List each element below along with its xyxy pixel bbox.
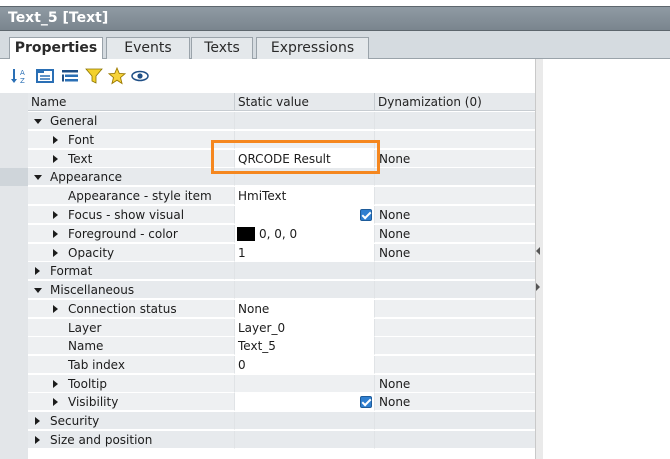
property-toolbar: A Z bbox=[0, 59, 535, 93]
expand-arrow-icon[interactable] bbox=[53, 398, 58, 406]
expand-arrow-icon[interactable] bbox=[35, 267, 40, 275]
expand-right-icon[interactable] bbox=[536, 283, 540, 291]
table-row[interactable]: Tab index 0 bbox=[28, 356, 535, 374]
list-icon[interactable] bbox=[61, 67, 79, 85]
table-row[interactable]: Size and position bbox=[28, 431, 535, 449]
expand-arrow-icon[interactable] bbox=[53, 305, 58, 313]
sort-az-icon[interactable]: A Z bbox=[11, 67, 29, 85]
table-header: Name Static value Dynamization (0) bbox=[28, 93, 535, 111]
svg-text:Z: Z bbox=[20, 77, 25, 85]
visibility-checkbox[interactable] bbox=[360, 396, 372, 408]
panel-splitter[interactable] bbox=[535, 59, 543, 459]
color-swatch[interactable] bbox=[237, 227, 255, 241]
column-header-name[interactable]: Name bbox=[31, 95, 66, 109]
collapse-arrow-icon[interactable] bbox=[34, 175, 42, 180]
filter-icon[interactable] bbox=[85, 67, 103, 85]
window-title-bar: Text_5 [Text] bbox=[0, 6, 670, 31]
table-row[interactable]: Miscellaneous bbox=[28, 281, 535, 299]
collapse-left-icon[interactable] bbox=[536, 247, 540, 255]
expand-arrow-icon[interactable] bbox=[53, 155, 58, 163]
table-row[interactable]: Tooltip None bbox=[28, 375, 535, 393]
collapse-arrow-icon[interactable] bbox=[34, 119, 42, 124]
table-row[interactable]: Font bbox=[28, 131, 535, 149]
expand-arrow-icon[interactable] bbox=[35, 417, 40, 425]
table-row[interactable]: Opacity 1 None bbox=[28, 244, 535, 262]
column-header-static-value[interactable]: Static value bbox=[238, 95, 309, 109]
tab-events[interactable]: Events bbox=[106, 37, 190, 59]
expand-arrow-icon[interactable] bbox=[53, 230, 58, 238]
table-row[interactable]: Focus - show visual None bbox=[28, 206, 535, 224]
window-title: Text_5 [Text] bbox=[8, 10, 109, 26]
text-dynamization[interactable]: None bbox=[379, 152, 410, 166]
tab-expressions[interactable]: Expressions bbox=[256, 37, 369, 59]
view-icon[interactable] bbox=[131, 67, 149, 85]
row-selector-gutter bbox=[0, 93, 28, 459]
table-row[interactable]: Visibility None bbox=[28, 393, 535, 411]
expand-arrow-icon[interactable] bbox=[53, 136, 58, 144]
table-row[interactable]: Appearance - style item HmiText bbox=[28, 187, 535, 205]
collapse-arrow-icon[interactable] bbox=[34, 288, 42, 293]
expand-arrow-icon[interactable] bbox=[53, 249, 58, 257]
table-row[interactable]: Layer Layer_0 bbox=[28, 319, 535, 337]
table-row[interactable]: Format bbox=[28, 262, 535, 280]
column-header-dynamization[interactable]: Dynamization (0) bbox=[378, 95, 482, 109]
row-selector-appearance bbox=[0, 168, 28, 186]
tab-strip: Properties Events Texts Expressions bbox=[0, 31, 670, 60]
right-panel-area bbox=[543, 59, 670, 459]
tab-properties[interactable]: Properties bbox=[9, 37, 103, 60]
focus-visual-checkbox[interactable] bbox=[360, 209, 372, 221]
table-row[interactable]: Foreground - color 0, 0, 0 None bbox=[28, 225, 535, 243]
favorite-icon[interactable] bbox=[108, 67, 126, 85]
table-row[interactable]: Connection status None bbox=[28, 300, 535, 318]
group-icon[interactable] bbox=[36, 67, 54, 85]
table-row[interactable]: Text QRCODE Result None bbox=[28, 150, 535, 168]
table-row[interactable]: General bbox=[28, 112, 535, 130]
svg-text:A: A bbox=[20, 69, 25, 77]
expand-arrow-icon[interactable] bbox=[53, 211, 58, 219]
table-row[interactable]: Appearance bbox=[28, 168, 535, 186]
tab-texts[interactable]: Texts bbox=[191, 37, 253, 59]
expand-arrow-icon[interactable] bbox=[53, 380, 58, 388]
table-row[interactable]: Security bbox=[28, 412, 535, 430]
expand-arrow-icon[interactable] bbox=[35, 436, 40, 444]
text-static-value[interactable]: QRCODE Result bbox=[238, 152, 331, 166]
table-row[interactable]: Name Text_5 bbox=[28, 337, 535, 355]
